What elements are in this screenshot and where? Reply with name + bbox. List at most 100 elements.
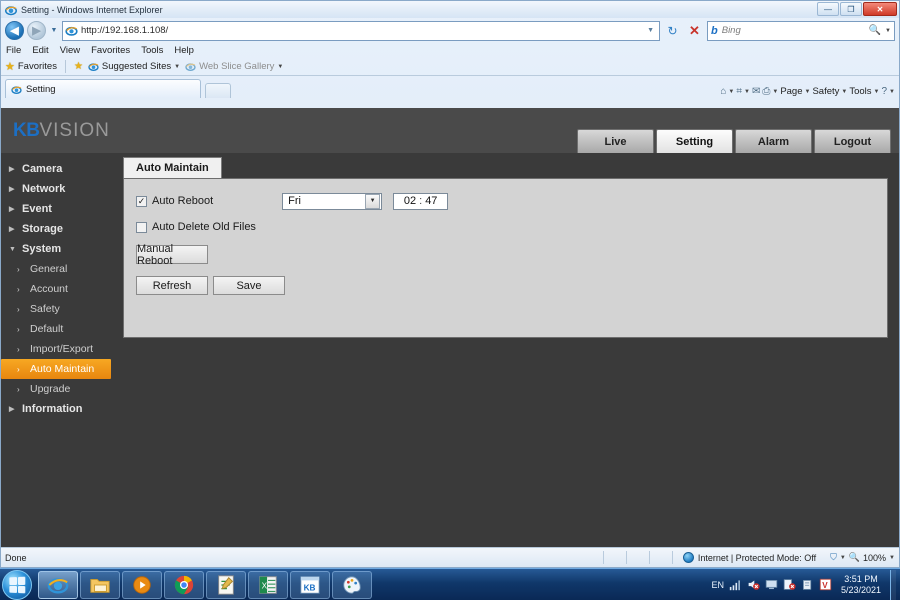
chevron-down-icon[interactable]: ▼ <box>365 193 381 209</box>
panel-tab-auto-maintain[interactable]: Auto Maintain <box>123 157 222 178</box>
svg-text:V: V <box>822 581 828 590</box>
close-button[interactable]: ✕ <box>863 2 897 16</box>
sidebar-item-general[interactable]: › General <box>1 259 116 279</box>
taskbar-ie-button[interactable] <box>38 570 78 599</box>
form-actions: Refresh Save <box>136 276 887 295</box>
home-icon[interactable]: ⌂ <box>720 86 726 97</box>
search-dropdown-icon[interactable]: ▼ <box>885 28 891 34</box>
taskbar-excel-button[interactable]: X <box>248 570 288 599</box>
chevron-down-icon[interactable]: ▼ <box>889 89 895 95</box>
zoom-control[interactable]: ⛉ ▼ 🔍 100% ▼ <box>830 552 895 563</box>
show-desktop-button[interactable] <box>890 569 896 600</box>
search-icon[interactable]: 🔍 <box>869 25 881 36</box>
sidebar-item-storage[interactable]: ▶ Storage <box>1 219 116 239</box>
refresh-button[interactable]: Refresh <box>136 276 208 295</box>
save-button[interactable]: Save <box>213 276 285 295</box>
clock[interactable]: 3:51 PM 5/23/2021 <box>841 574 881 595</box>
sidebar-item-information[interactable]: ▶ Information <box>1 399 116 419</box>
status-separators <box>27 551 673 564</box>
taskbar-chrome-button[interactable] <box>164 570 204 599</box>
add-favorite-icon[interactable]: ★ <box>74 61 83 72</box>
sidebar-item-camera[interactable]: ▶ Camera <box>1 159 116 179</box>
status-message: Done <box>5 552 27 563</box>
sidebar-item-label: Auto Maintain <box>30 363 95 375</box>
forward-button[interactable]: ▶ <box>27 21 46 40</box>
display-icon[interactable] <box>765 578 778 591</box>
search-input[interactable]: b Bing 🔍 ▼ <box>707 20 895 41</box>
menu-tools[interactable]: Tools <box>141 45 163 56</box>
stop-button[interactable]: ✕ <box>685 21 704 40</box>
safely-remove-icon[interactable] <box>801 578 814 591</box>
taskbar-media-player-button[interactable] <box>122 570 162 599</box>
address-input[interactable]: http://192.168.1.108/ ▼ <box>62 20 660 41</box>
chevron-down-icon[interactable]: ▼ <box>728 89 734 95</box>
nav-logout-button[interactable]: Logout <box>814 129 891 153</box>
taskbar-paint-button[interactable] <box>332 570 372 599</box>
tools-menu-button[interactable]: Tools <box>849 86 871 97</box>
sidebar-item-label: Default <box>30 323 64 335</box>
content-area: Auto Maintain ✓ Auto Reboot Fri ▼ 02: 4… <box>116 153 899 547</box>
recent-pages-button[interactable]: ▼ <box>49 27 59 34</box>
nav-live-button[interactable]: Live <box>577 129 654 153</box>
tab-setting[interactable]: Setting <box>5 79 201 98</box>
start-button[interactable] <box>2 569 32 600</box>
favorites-button[interactable]: ★ Favorites <box>5 60 57 73</box>
taskbar-kb-button[interactable]: KB <box>290 570 330 599</box>
safety-menu-button[interactable]: Safety <box>812 86 839 97</box>
menu-view[interactable]: View <box>60 45 80 56</box>
menu-favorites[interactable]: Favorites <box>91 45 130 56</box>
manual-reboot-button[interactable]: Manual Reboot <box>136 243 208 267</box>
maximize-button[interactable]: ❐ <box>840 2 862 16</box>
chevron-down-icon[interactable]: ▼ <box>772 89 778 95</box>
sidebar-item-import-export[interactable]: › Import/Export <box>1 339 116 359</box>
privacy-icon[interactable]: ⛉ <box>830 552 837 563</box>
mail-icon[interactable]: ✉ <box>752 86 760 97</box>
antivirus-icon[interactable] <box>783 578 796 591</box>
auto-delete-checkbox[interactable] <box>136 221 147 233</box>
chevron-down-icon[interactable]: ▼ <box>744 89 750 95</box>
menu-file[interactable]: File <box>6 45 21 56</box>
chevron-down-icon[interactable]: ▼ <box>841 89 847 95</box>
web-slice-gallery-button[interactable]: Web Slice Gallery ▼ <box>185 61 283 72</box>
chevron-down-icon[interactable]: ▼ <box>889 555 895 561</box>
auto-reboot-checkbox[interactable]: ✓ <box>136 195 147 207</box>
network-icon[interactable] <box>729 578 742 591</box>
chevron-down-icon[interactable]: ▼ <box>840 555 846 561</box>
auto-reboot-time-input[interactable]: 02 : 47 <box>393 192 449 210</box>
page-menu-button[interactable]: Page <box>780 86 802 97</box>
tab-bar: Setting ⌂ ▼ ⌗ ▼ ✉ ⎙ ▼ Page ▼ Safety ▼ To… <box>1 76 899 98</box>
new-tab-button[interactable] <box>205 83 231 98</box>
refresh-button[interactable]: ↻ <box>663 21 682 40</box>
svg-text:X: X <box>262 581 268 590</box>
back-button[interactable]: ◀ <box>5 21 24 40</box>
address-dropdown-icon[interactable]: ▼ <box>644 27 657 34</box>
nav-setting-button[interactable]: Setting <box>656 129 733 153</box>
menu-edit[interactable]: Edit <box>32 45 48 56</box>
chevron-down-icon[interactable]: ▼ <box>805 89 811 95</box>
sidebar-item-network[interactable]: ▶ Network <box>1 179 116 199</box>
chevron-right-icon: › <box>17 324 20 334</box>
auto-reboot-day-select[interactable]: Fri ▼ <box>282 192 383 210</box>
help-icon[interactable]: ? <box>881 86 887 97</box>
security-zone[interactable]: Internet | Protected Mode: Off <box>682 552 817 563</box>
security-zone-label: Internet | Protected Mode: Off <box>697 552 817 563</box>
sidebar-item-auto-maintain[interactable]: › Auto Maintain <box>1 359 111 379</box>
language-indicator[interactable]: EN <box>711 580 724 590</box>
feeds-icon[interactable]: ⌗ <box>736 86 742 97</box>
menu-help[interactable]: Help <box>174 45 194 56</box>
print-icon[interactable]: ⎙ <box>762 86 770 97</box>
taskbar-explorer-button[interactable] <box>80 570 120 599</box>
volume-muted-icon[interactable] <box>747 578 760 591</box>
sidebar-item-event[interactable]: ▶ Event <box>1 199 116 219</box>
vlc-icon[interactable]: V <box>819 578 832 591</box>
sidebar-item-upgrade[interactable]: › Upgrade <box>1 379 116 399</box>
sidebar-item-safety[interactable]: › Safety <box>1 299 116 319</box>
taskbar-notepad-button[interactable] <box>206 570 246 599</box>
sidebar-item-system[interactable]: ▼ System <box>1 239 116 259</box>
sidebar-item-default[interactable]: › Default <box>1 319 116 339</box>
suggested-sites-button[interactable]: Suggested Sites ▼ <box>88 61 180 72</box>
chevron-down-icon[interactable]: ▼ <box>874 89 880 95</box>
nav-alarm-button[interactable]: Alarm <box>735 129 812 153</box>
minimize-button[interactable]: — <box>817 2 839 16</box>
sidebar-item-account[interactable]: › Account <box>1 279 116 299</box>
